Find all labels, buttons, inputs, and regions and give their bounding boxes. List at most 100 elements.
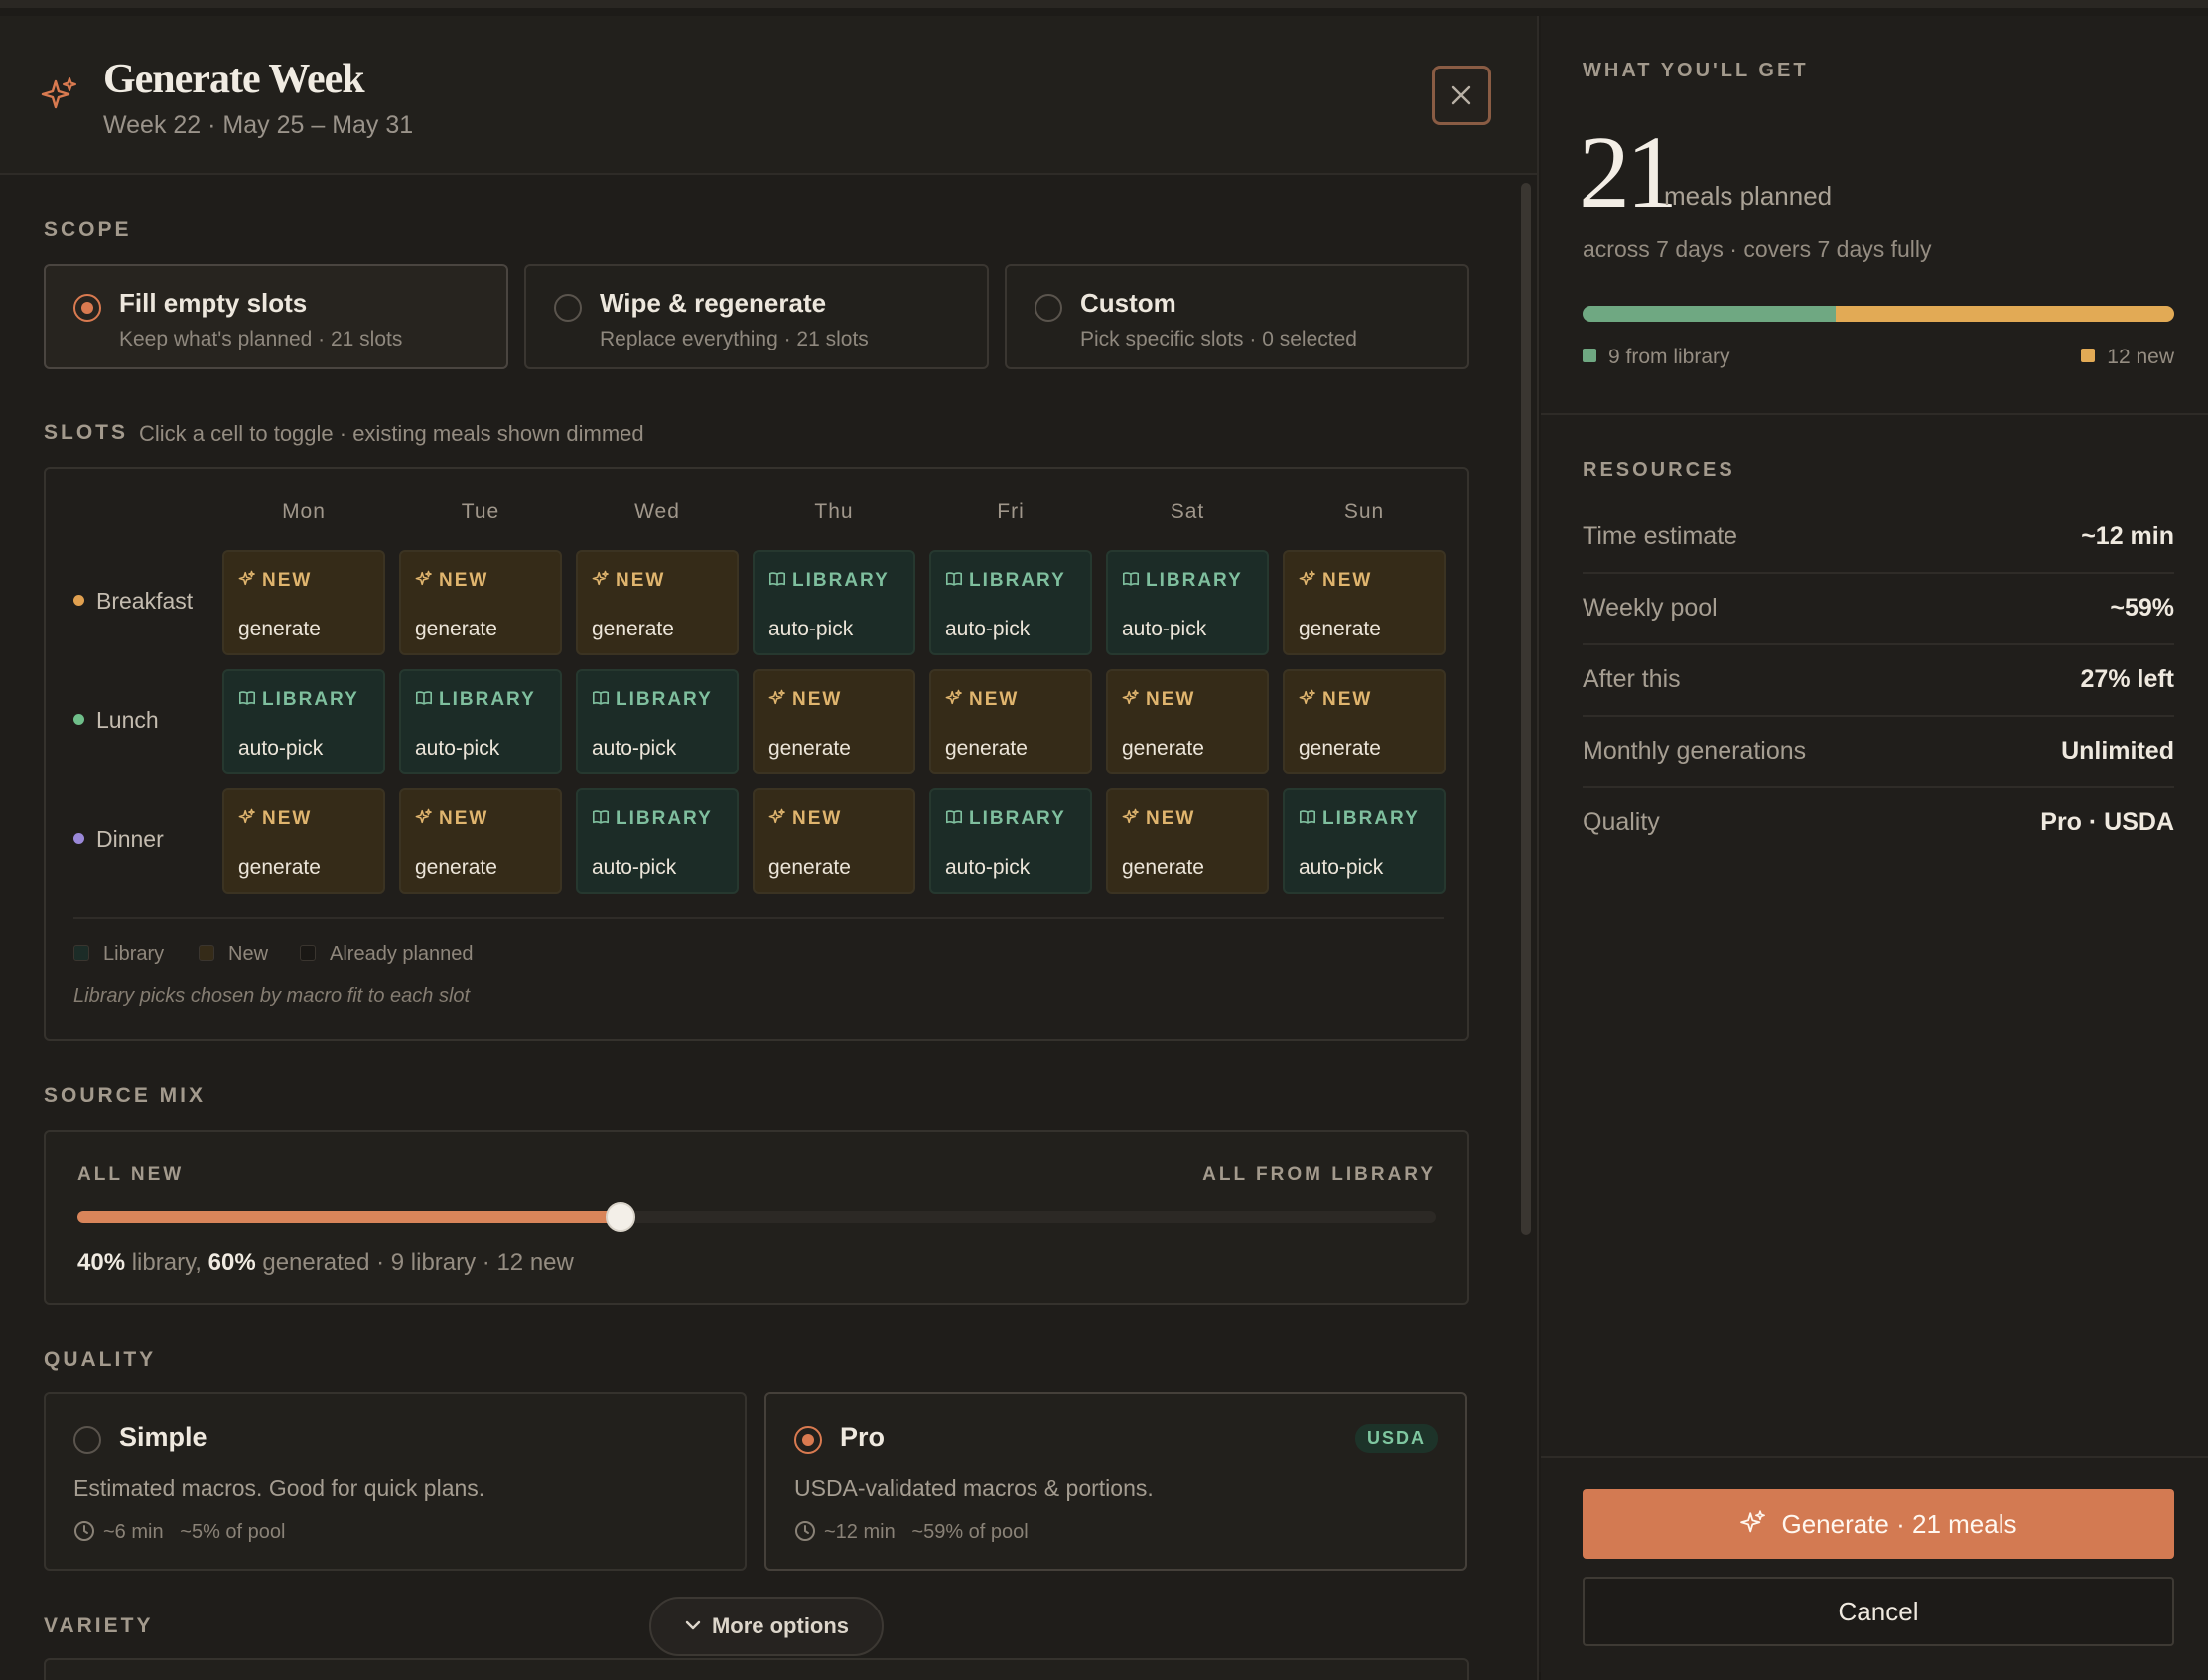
radio-pro[interactable]	[794, 1426, 822, 1454]
page-title: Generate Week	[103, 57, 365, 102]
slot-cell[interactable]: LIBRARY auto-pick	[222, 669, 385, 774]
slot-cell[interactable]: LIBRARY auto-pick	[929, 788, 1092, 894]
slot-cell[interactable]: NEW generate	[399, 788, 562, 894]
sparkle-icon	[1122, 808, 1139, 824]
close-button[interactable]	[1432, 66, 1491, 125]
day-header: Fri	[997, 500, 1025, 523]
resource-key: Time estimate	[1583, 522, 1738, 550]
summary-panel: WHAT YOU'LL GET 21 meals planned across …	[1541, 16, 2208, 1680]
mix-slider-thumb[interactable]	[606, 1202, 635, 1232]
slot-tag: NEW	[238, 808, 312, 830]
scope-option-fill-empty[interactable]: Fill empty slots Keep what's planned · 2…	[44, 264, 508, 369]
quality-pool: ~5% of pool	[180, 1521, 286, 1543]
slot-action: generate	[768, 737, 851, 760]
library-word: library,	[131, 1249, 202, 1276]
more-options-button[interactable]: More options	[649, 1597, 884, 1656]
slot-cell[interactable]: NEW generate	[753, 788, 915, 894]
scope-label: SCOPE	[44, 218, 132, 241]
slot-tag: NEW	[415, 570, 488, 592]
meal-row-label: Lunch	[73, 707, 159, 734]
book-icon	[1122, 572, 1140, 586]
quality-option-pro[interactable]: Pro USDA USDA-validated macros & portion…	[764, 1392, 1467, 1571]
slot-action: auto-pick	[1122, 618, 1207, 640]
generate-button[interactable]: Generate · 21 meals	[1583, 1489, 2174, 1559]
slot-cell[interactable]: LIBRARY auto-pick	[929, 550, 1092, 655]
radio-custom[interactable]	[1035, 294, 1062, 322]
scope-option-custom[interactable]: Custom Pick specific slots · 0 selected	[1005, 264, 1469, 369]
slot-action: auto-pick	[945, 618, 1031, 640]
resource-value: Pro · USDA	[2040, 808, 2174, 836]
slot-tag: LIBRARY	[592, 689, 713, 711]
quality-label: QUALITY	[44, 1348, 157, 1371]
slot-cell[interactable]: LIBRARY auto-pick	[1106, 550, 1269, 655]
sparkle-icon	[768, 689, 785, 705]
day-header: Sat	[1170, 500, 1205, 523]
slot-tag-text: LIBRARY	[262, 689, 359, 710]
slot-tag-text: LIBRARY	[1322, 808, 1420, 829]
slot-tag-text: NEW	[969, 689, 1020, 710]
scope-option-desc: Replace everything · 21 slots	[600, 328, 869, 350]
mix-right-label: ALL FROM LIBRARY	[1202, 1164, 1436, 1185]
quality-desc: USDA-validated macros & portions.	[794, 1475, 1154, 1501]
slot-cell[interactable]: LIBRARY auto-pick	[576, 788, 739, 894]
slot-cell[interactable]: NEW generate	[399, 550, 562, 655]
quality-pool: ~59% of pool	[911, 1521, 1029, 1543]
resource-value: 27% left	[2080, 665, 2174, 693]
slot-cell[interactable]: LIBRARY auto-pick	[399, 669, 562, 774]
slot-cell[interactable]: NEW generate	[1106, 669, 1269, 774]
cancel-button[interactable]: Cancel	[1583, 1577, 2174, 1646]
resources-label: RESOURCES	[1583, 459, 1735, 481]
library-swatch	[73, 944, 89, 961]
mix-left-label: ALL NEW	[77, 1164, 185, 1185]
slot-action: generate	[1122, 856, 1204, 879]
slot-action: auto-pick	[238, 737, 324, 760]
slots-grid: Library New Already planned Library pick…	[44, 467, 1469, 1041]
slot-cell[interactable]: NEW generate	[753, 669, 915, 774]
radio-fill-empty[interactable]	[73, 294, 101, 322]
slot-action: generate	[1299, 737, 1381, 760]
slot-cell[interactable]: NEW generate	[222, 550, 385, 655]
slots-hint: Click a cell to toggle · existing meals …	[139, 421, 644, 446]
new-swatch	[2081, 349, 2096, 363]
slot-cell[interactable]: LIBRARY auto-pick	[576, 669, 739, 774]
slot-tag-text: NEW	[439, 808, 489, 829]
slot-cell[interactable]: LIBRARY auto-pick	[1283, 788, 1446, 894]
legend-new: New	[199, 943, 268, 966]
book-icon	[592, 691, 610, 705]
slot-cell[interactable]: NEW generate	[1283, 669, 1446, 774]
library-pct: 40%	[77, 1249, 126, 1276]
meal-dot	[73, 833, 84, 845]
scope-option-title: Wipe & regenerate	[600, 288, 827, 318]
sparkle-icon	[768, 808, 785, 824]
slot-cell[interactable]: NEW generate	[929, 669, 1092, 774]
slot-tag-text: LIBRARY	[1146, 570, 1243, 591]
mix-slider-track[interactable]	[77, 1202, 1436, 1232]
scope-option-wipe[interactable]: Wipe & regenerate Replace everything · 2…	[524, 264, 989, 369]
slots-label: SLOTS	[44, 421, 129, 444]
resource-row-after: After this 27% left	[1583, 645, 2174, 717]
slot-cell[interactable]: NEW generate	[1106, 788, 1269, 894]
radio-simple[interactable]	[73, 1426, 101, 1454]
scope-option-title: Fill empty slots	[119, 288, 308, 318]
generated-pct: 60%	[207, 1249, 256, 1276]
slot-tag: NEW	[1122, 808, 1195, 830]
slot-cell[interactable]: NEW generate	[576, 550, 739, 655]
slot-cell[interactable]: LIBRARY auto-pick	[753, 550, 915, 655]
resource-key: Monthly generations	[1583, 737, 1807, 765]
radio-wipe[interactable]	[554, 294, 582, 322]
meal-row-label: Dinner	[73, 826, 164, 853]
divider	[1541, 1456, 2208, 1458]
sparkle-icon	[41, 77, 76, 109]
sparkle-icon	[1122, 689, 1139, 705]
slot-tag: NEW	[238, 570, 312, 592]
sparkle-icon	[1299, 570, 1315, 586]
slot-tag: NEW	[768, 808, 842, 830]
slot-action: generate	[415, 856, 497, 879]
new-legend-text: 12 new	[2107, 346, 2174, 368]
slot-cell[interactable]: NEW generate	[222, 788, 385, 894]
quality-option-simple[interactable]: Simple Estimated macros. Good for quick …	[44, 1392, 747, 1571]
slot-cell[interactable]: NEW generate	[1283, 550, 1446, 655]
slot-tag-text: LIBRARY	[969, 808, 1066, 829]
scrollbar[interactable]	[1521, 183, 1531, 1235]
legend-label: Already planned	[330, 943, 474, 965]
